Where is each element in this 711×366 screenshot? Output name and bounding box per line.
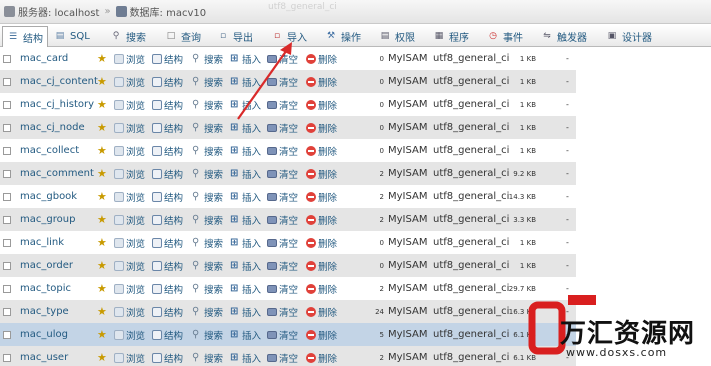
arrow-shaft [237,46,290,120]
watermark-brand: 万汇资源网 [560,319,696,349]
watermark-url: www.dosxs.com [566,346,668,359]
